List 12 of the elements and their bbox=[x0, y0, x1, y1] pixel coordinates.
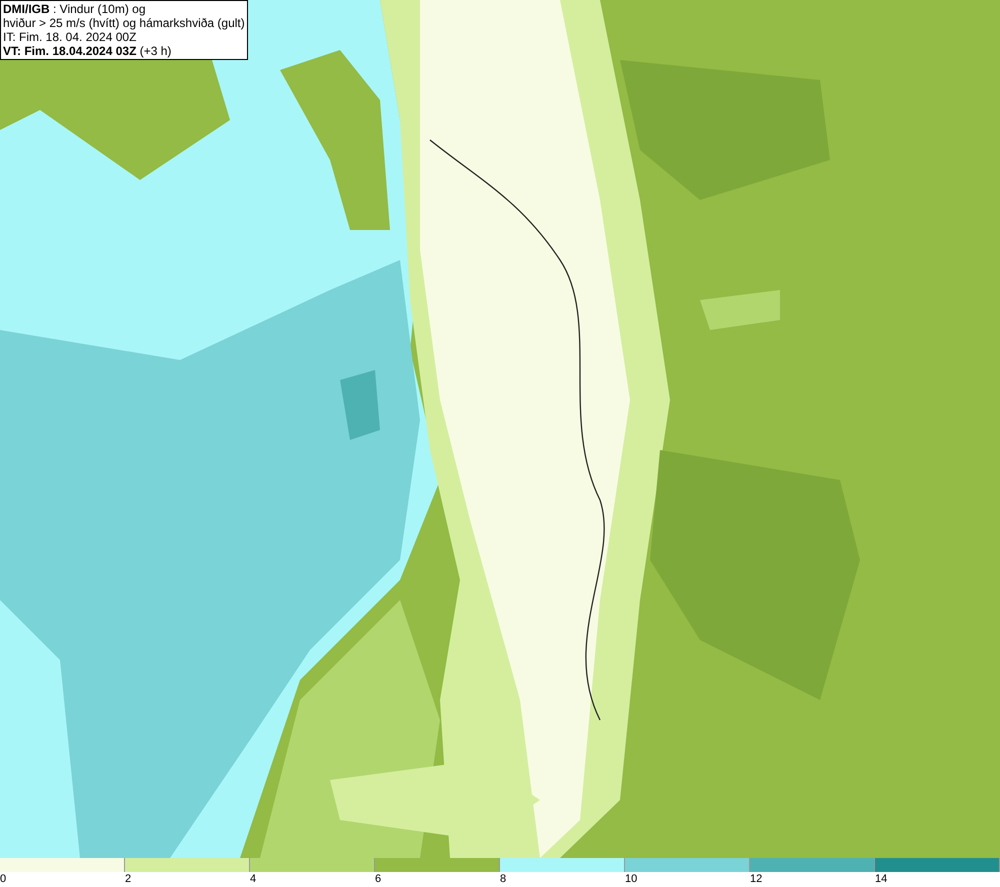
legend-tick-label: 2 bbox=[125, 872, 132, 887]
legend-tick-label: 4 bbox=[250, 872, 256, 887]
legend-tick-label: 8 bbox=[500, 872, 506, 887]
legend-tick-label: 10 bbox=[625, 872, 638, 887]
legend-tick-label: 0 bbox=[0, 872, 6, 887]
info-text: VT: Fim. 18.04.2024 03Z (+3 h) bbox=[3, 44, 172, 58]
info-text: DMI/IGB : Vindur (10m) og bbox=[3, 2, 146, 16]
info-text: IT: Fim. 18. 04. 2024 00Z bbox=[3, 30, 138, 44]
legend-tick-label: 6 bbox=[375, 872, 382, 887]
info-text: hviður > 25 m/s (hvítt) og hámarkshviða (gult) bbox=[3, 16, 245, 30]
legend-tick-label: 12 bbox=[750, 872, 762, 887]
legend-tick-label: 14 bbox=[875, 872, 888, 887]
